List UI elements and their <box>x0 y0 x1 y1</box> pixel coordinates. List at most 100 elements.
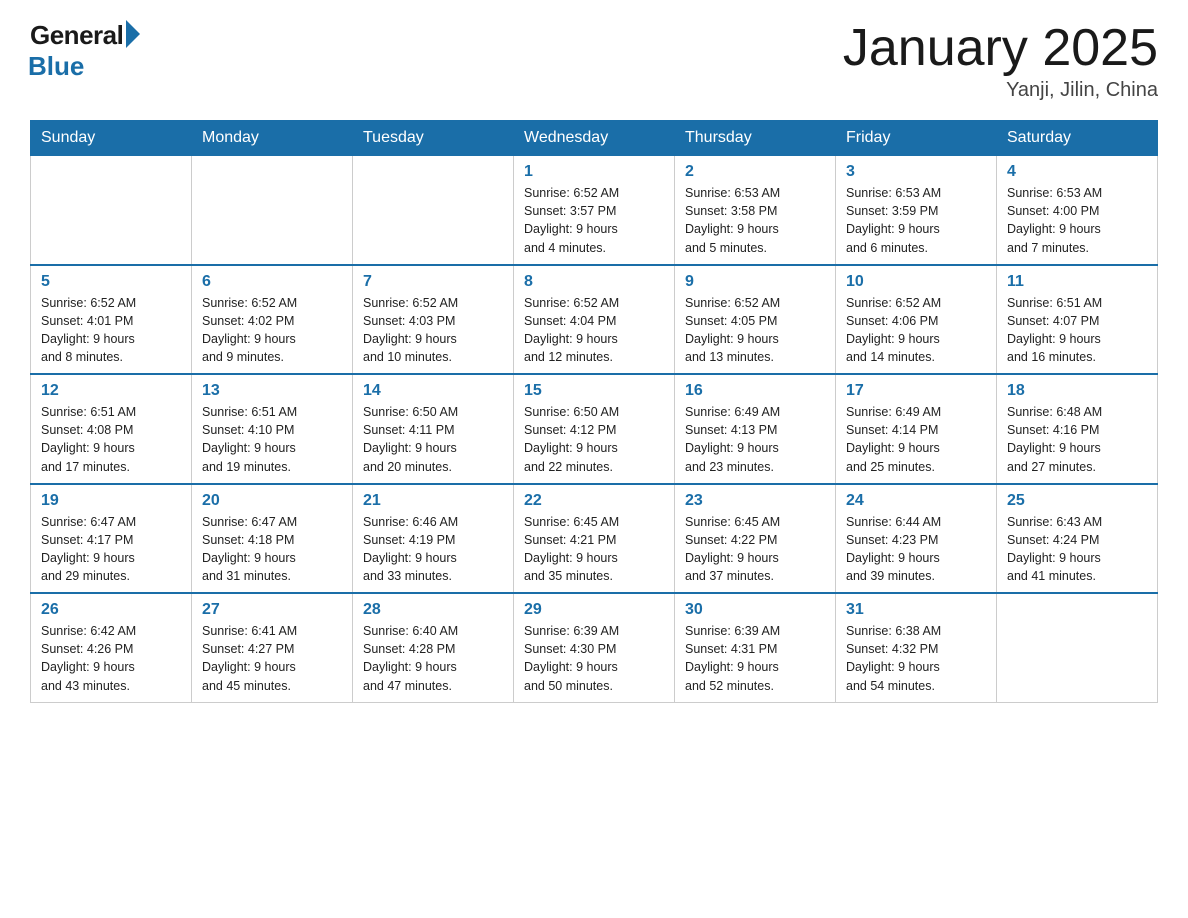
day-info: Sunrise: 6:49 AM Sunset: 4:14 PM Dayligh… <box>846 403 986 476</box>
calendar-day-cell: 6 Sunrise: 6:52 AM Sunset: 4:02 PM Daylig… <box>192 265 353 375</box>
weekday-header: Tuesday <box>353 121 514 156</box>
day-info: Sunrise: 6:53 AM Sunset: 4:00 PM Dayligh… <box>1007 184 1147 257</box>
day-info: Sunrise: 6:50 AM Sunset: 4:12 PM Dayligh… <box>524 403 664 476</box>
day-number: 11 <box>1007 273 1147 291</box>
calendar-day-cell: 29 Sunrise: 6:39 AM Sunset: 4:30 PM Dayli… <box>514 593 675 702</box>
day-number: 30 <box>685 601 825 619</box>
day-info: Sunrise: 6:52 AM Sunset: 3:57 PM Dayligh… <box>524 184 664 257</box>
calendar-table: SundayMondayTuesdayWednesdayThursdayFrid… <box>30 120 1158 703</box>
weekday-header: Thursday <box>675 121 836 156</box>
weekday-header: Saturday <box>997 121 1158 156</box>
day-info: Sunrise: 6:41 AM Sunset: 4:27 PM Dayligh… <box>202 622 342 695</box>
day-number: 14 <box>363 382 503 400</box>
day-number: 13 <box>202 382 342 400</box>
calendar-day-cell: 11 Sunrise: 6:51 AM Sunset: 4:07 PM Dayli… <box>997 265 1158 375</box>
day-info: Sunrise: 6:51 AM Sunset: 4:07 PM Dayligh… <box>1007 294 1147 367</box>
day-number: 2 <box>685 163 825 181</box>
calendar-week-row: 12 Sunrise: 6:51 AM Sunset: 4:08 PM Dayli… <box>31 374 1158 484</box>
calendar-day-cell: 4Sunrise: 6:53 AM Sunset: 4:00 PM Daylig… <box>997 156 1158 265</box>
logo-blue-text: Blue <box>28 51 84 82</box>
day-number: 10 <box>846 273 986 291</box>
day-number: 5 <box>41 273 181 291</box>
day-number: 22 <box>524 492 664 510</box>
calendar-day-cell <box>31 156 192 265</box>
weekday-header: Sunday <box>31 121 192 156</box>
day-info: Sunrise: 6:45 AM Sunset: 4:22 PM Dayligh… <box>685 513 825 586</box>
calendar-day-cell: 16 Sunrise: 6:49 AM Sunset: 4:13 PM Dayli… <box>675 374 836 484</box>
calendar-day-cell <box>353 156 514 265</box>
day-number: 28 <box>363 601 503 619</box>
day-number: 26 <box>41 601 181 619</box>
calendar-day-cell: 17 Sunrise: 6:49 AM Sunset: 4:14 PM Dayli… <box>836 374 997 484</box>
calendar-day-cell: 25Sunrise: 6:43 AM Sunset: 4:24 PM Dayli… <box>997 484 1158 594</box>
day-info: Sunrise: 6:39 AM Sunset: 4:30 PM Dayligh… <box>524 622 664 695</box>
calendar-day-cell <box>997 593 1158 702</box>
day-info: Sunrise: 6:43 AM Sunset: 4:24 PM Dayligh… <box>1007 513 1147 586</box>
calendar-day-cell: 2 Sunrise: 6:53 AM Sunset: 3:58 PM Daylig… <box>675 156 836 265</box>
calendar-day-cell: 20Sunrise: 6:47 AM Sunset: 4:18 PM Dayli… <box>192 484 353 594</box>
day-info: Sunrise: 6:42 AM Sunset: 4:26 PM Dayligh… <box>41 622 181 695</box>
day-number: 18 <box>1007 382 1147 400</box>
calendar-day-cell: 13 Sunrise: 6:51 AM Sunset: 4:10 PM Dayli… <box>192 374 353 484</box>
day-info: Sunrise: 6:51 AM Sunset: 4:10 PM Dayligh… <box>202 403 342 476</box>
day-info: Sunrise: 6:53 AM Sunset: 3:58 PM Dayligh… <box>685 184 825 257</box>
logo: General Blue <box>30 20 140 82</box>
calendar-week-row: 19Sunrise: 6:47 AM Sunset: 4:17 PM Dayli… <box>31 484 1158 594</box>
calendar-day-cell: 27Sunrise: 6:41 AM Sunset: 4:27 PM Dayli… <box>192 593 353 702</box>
calendar-day-cell: 1 Sunrise: 6:52 AM Sunset: 3:57 PM Daylig… <box>514 156 675 265</box>
day-number: 17 <box>846 382 986 400</box>
day-number: 16 <box>685 382 825 400</box>
day-info: Sunrise: 6:38 AM Sunset: 4:32 PM Dayligh… <box>846 622 986 695</box>
calendar-day-cell: 3 Sunrise: 6:53 AM Sunset: 3:59 PM Daylig… <box>836 156 997 265</box>
calendar-day-cell: 24 Sunrise: 6:44 AM Sunset: 4:23 PM Dayli… <box>836 484 997 594</box>
day-info: Sunrise: 6:52 AM Sunset: 4:05 PM Dayligh… <box>685 294 825 367</box>
day-number: 15 <box>524 382 664 400</box>
calendar-day-cell: 22 Sunrise: 6:45 AM Sunset: 4:21 PM Dayli… <box>514 484 675 594</box>
day-number: 1 <box>524 163 664 181</box>
day-number: 21 <box>363 492 503 510</box>
calendar-day-cell: 18Sunrise: 6:48 AM Sunset: 4:16 PM Dayli… <box>997 374 1158 484</box>
day-info: Sunrise: 6:40 AM Sunset: 4:28 PM Dayligh… <box>363 622 503 695</box>
day-info: Sunrise: 6:45 AM Sunset: 4:21 PM Dayligh… <box>524 513 664 586</box>
day-info: Sunrise: 6:53 AM Sunset: 3:59 PM Dayligh… <box>846 184 986 257</box>
calendar-day-cell: 7 Sunrise: 6:52 AM Sunset: 4:03 PM Daylig… <box>353 265 514 375</box>
title-block: January 2025 Yanji, Jilin, China <box>843 20 1158 102</box>
weekday-header: Wednesday <box>514 121 675 156</box>
day-number: 23 <box>685 492 825 510</box>
calendar-day-cell: 14 Sunrise: 6:50 AM Sunset: 4:11 PM Dayli… <box>353 374 514 484</box>
calendar-day-cell: 12 Sunrise: 6:51 AM Sunset: 4:08 PM Dayli… <box>31 374 192 484</box>
day-number: 7 <box>363 273 503 291</box>
calendar-day-cell: 21 Sunrise: 6:46 AM Sunset: 4:19 PM Dayli… <box>353 484 514 594</box>
logo-triangle-icon <box>126 20 140 48</box>
calendar-day-cell: 28 Sunrise: 6:40 AM Sunset: 4:28 PM Dayli… <box>353 593 514 702</box>
day-info: Sunrise: 6:49 AM Sunset: 4:13 PM Dayligh… <box>685 403 825 476</box>
calendar-week-row: 26 Sunrise: 6:42 AM Sunset: 4:26 PM Dayli… <box>31 593 1158 702</box>
day-info: Sunrise: 6:52 AM Sunset: 4:01 PM Dayligh… <box>41 294 181 367</box>
calendar-day-cell: 31 Sunrise: 6:38 AM Sunset: 4:32 PM Dayli… <box>836 593 997 702</box>
weekday-header: Friday <box>836 121 997 156</box>
day-number: 29 <box>524 601 664 619</box>
calendar-day-cell: 9 Sunrise: 6:52 AM Sunset: 4:05 PM Daylig… <box>675 265 836 375</box>
calendar-day-cell: 10 Sunrise: 6:52 AM Sunset: 4:06 PM Dayli… <box>836 265 997 375</box>
day-number: 24 <box>846 492 986 510</box>
logo-general-text: General <box>30 20 123 51</box>
day-number: 12 <box>41 382 181 400</box>
day-info: Sunrise: 6:51 AM Sunset: 4:08 PM Dayligh… <box>41 403 181 476</box>
day-info: Sunrise: 6:47 AM Sunset: 4:17 PM Dayligh… <box>41 513 181 586</box>
day-info: Sunrise: 6:46 AM Sunset: 4:19 PM Dayligh… <box>363 513 503 586</box>
day-info: Sunrise: 6:52 AM Sunset: 4:03 PM Dayligh… <box>363 294 503 367</box>
day-info: Sunrise: 6:44 AM Sunset: 4:23 PM Dayligh… <box>846 513 986 586</box>
page-header: General Blue January 2025 Yanji, Jilin, … <box>30 20 1158 102</box>
calendar-title: January 2025 <box>843 20 1158 77</box>
calendar-day-cell: 26 Sunrise: 6:42 AM Sunset: 4:26 PM Dayli… <box>31 593 192 702</box>
day-number: 6 <box>202 273 342 291</box>
day-number: 3 <box>846 163 986 181</box>
day-info: Sunrise: 6:50 AM Sunset: 4:11 PM Dayligh… <box>363 403 503 476</box>
day-number: 9 <box>685 273 825 291</box>
day-info: Sunrise: 6:52 AM Sunset: 4:06 PM Dayligh… <box>846 294 986 367</box>
calendar-day-cell <box>192 156 353 265</box>
day-number: 31 <box>846 601 986 619</box>
calendar-day-cell: 8Sunrise: 6:52 AM Sunset: 4:04 PM Daylig… <box>514 265 675 375</box>
calendar-day-cell: 23 Sunrise: 6:45 AM Sunset: 4:22 PM Dayli… <box>675 484 836 594</box>
day-info: Sunrise: 6:52 AM Sunset: 4:02 PM Dayligh… <box>202 294 342 367</box>
